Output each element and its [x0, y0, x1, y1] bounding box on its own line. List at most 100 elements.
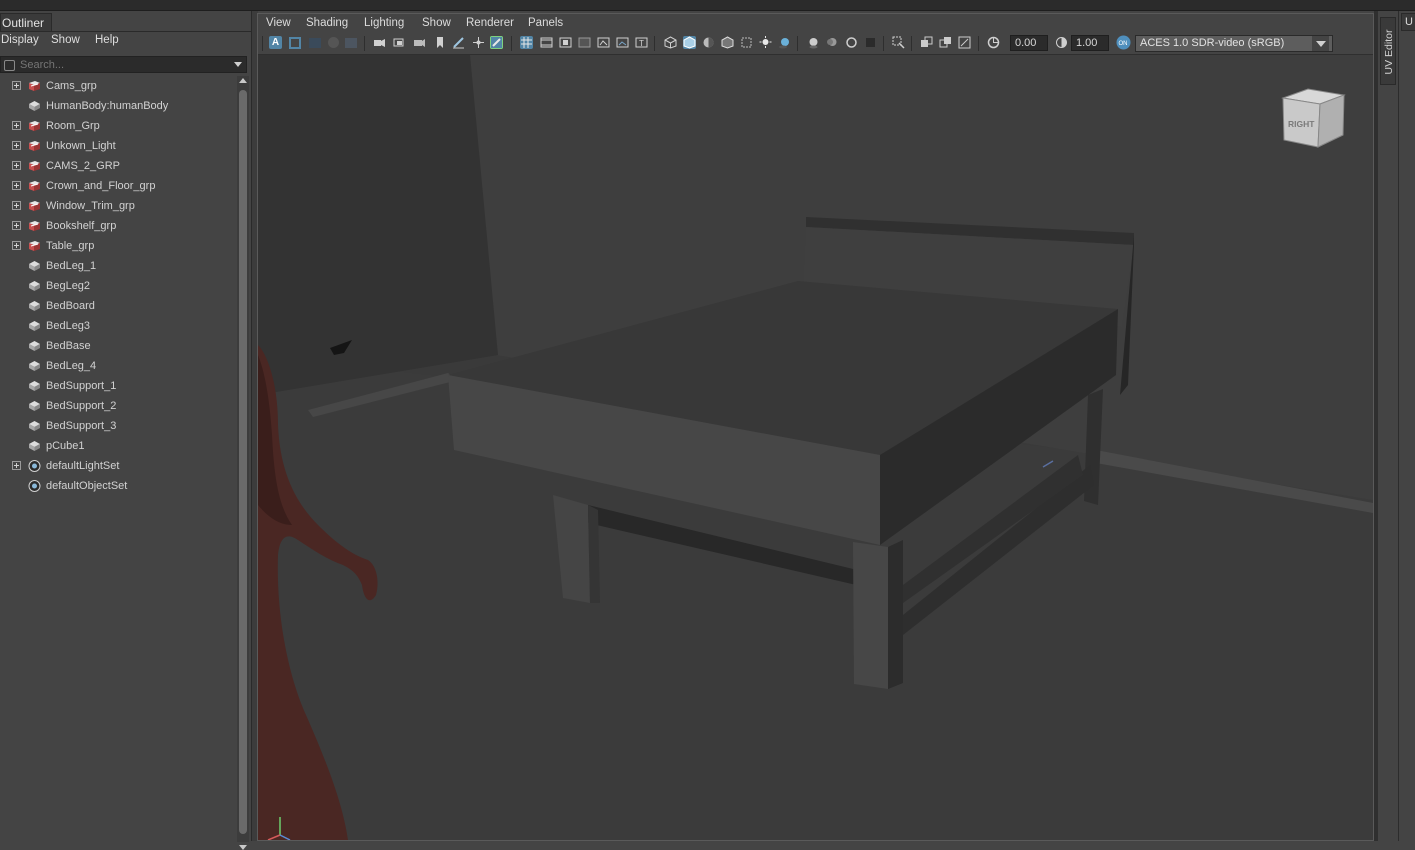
outliner-item[interactable]: BedBase — [0, 336, 236, 356]
grid-pencil-icon[interactable] — [452, 36, 465, 49]
outliner-tab[interactable]: Outliner — [0, 13, 52, 31]
search-input[interactable] — [20, 57, 220, 72]
3d-viewport[interactable]: RIGHT — [258, 55, 1373, 840]
color-management-toggle-icon[interactable]: ON — [1116, 35, 1131, 50]
outliner-item[interactable]: HumanBody:humanBody — [0, 96, 236, 116]
screen-space-ao-icon[interactable] — [807, 36, 820, 49]
xray-icon[interactable] — [740, 36, 753, 49]
depth-of-field-icon[interactable] — [864, 36, 877, 49]
gamma-icon[interactable] — [1055, 36, 1068, 49]
expand-icon[interactable] — [12, 181, 21, 190]
bookmark-flag-icon[interactable] — [433, 36, 446, 49]
outliner-item[interactable]: BedLeg_4 — [0, 356, 236, 376]
use-all-lights-icon[interactable] — [759, 36, 772, 49]
safe-action-icon[interactable] — [616, 36, 629, 49]
divider — [911, 36, 912, 51]
xray-joints-icon[interactable] — [920, 36, 933, 49]
outliner-item[interactable]: BedBoard — [0, 296, 236, 316]
menu-panels[interactable]: Panels — [528, 17, 563, 29]
gamma-field[interactable]: 1.00 — [1071, 35, 1109, 51]
exposure-icon[interactable] — [987, 36, 1000, 49]
outliner-item[interactable]: BedSupport_2 — [0, 396, 236, 416]
default-material-icon[interactable] — [702, 36, 715, 49]
chevron-down-icon[interactable] — [1312, 36, 1329, 51]
outliner-item[interactable]: Bookshelf_grp — [0, 216, 236, 236]
outliner-item[interactable]: Crown_and_Floor_grp — [0, 176, 236, 196]
group-icon — [28, 80, 41, 92]
move-manipulator-icon[interactable] — [472, 36, 485, 49]
menu-help[interactable]: Help — [95, 34, 119, 46]
scene-render[interactable] — [258, 55, 1373, 840]
outliner-item[interactable]: defaultLightSet — [0, 456, 236, 476]
exposure-field[interactable]: 0.00 — [1010, 35, 1048, 51]
outliner-item[interactable]: BedSupport_1 — [0, 376, 236, 396]
expand-icon[interactable] — [12, 81, 21, 90]
outliner-item-label: defaultObjectSet — [46, 480, 128, 492]
menu-show[interactable]: Show — [51, 34, 80, 46]
menu-show[interactable]: Show — [422, 17, 451, 29]
gate-mask-icon[interactable] — [578, 36, 591, 49]
grease-pencil-icon[interactable] — [413, 36, 426, 49]
outliner-item[interactable]: BedLeg3 — [0, 316, 236, 336]
menu-lighting[interactable]: Lighting — [364, 17, 404, 29]
wireframe-on-shaded-icon[interactable] — [721, 36, 734, 49]
camera-icon[interactable] — [373, 36, 386, 49]
scroll-down-icon[interactable] — [239, 845, 247, 850]
select-camera-icon[interactable]: A — [269, 36, 282, 49]
expand-icon[interactable] — [12, 161, 21, 170]
outliner-item[interactable]: pCube1 — [0, 436, 236, 456]
right-panel-tab[interactable]: U — [1401, 13, 1415, 31]
isolate-select-icon[interactable] — [892, 36, 905, 49]
outliner-item[interactable]: defaultObjectSet — [0, 476, 236, 496]
outliner-item[interactable]: Window_Trim_grp — [0, 196, 236, 216]
uv-editor-tab[interactable]: UV Editor — [1380, 17, 1396, 85]
2d-pan-zoom-icon[interactable] — [393, 36, 406, 49]
outliner-item[interactable]: BegLeg2 — [0, 276, 236, 296]
outliner-item[interactable]: Room_Grp — [0, 116, 236, 136]
xray-active-components-icon[interactable] — [939, 36, 952, 49]
outliner-item[interactable]: CAMS_2_GRP — [0, 156, 236, 176]
expand-icon[interactable] — [12, 241, 21, 250]
shadows-icon[interactable] — [778, 36, 791, 49]
outliner-item-label: BedBoard — [46, 300, 95, 312]
scroll-up-icon[interactable] — [239, 78, 247, 83]
scroll-thumb[interactable] — [239, 90, 247, 834]
view-cube[interactable]: RIGHT — [1278, 83, 1348, 153]
search-options-dropdown-icon[interactable] — [234, 62, 242, 67]
field-chart-icon[interactable] — [597, 36, 610, 49]
expand-icon[interactable] — [12, 201, 21, 210]
outliner-scrollbar[interactable] — [237, 76, 249, 850]
expand-icon[interactable] — [12, 141, 21, 150]
outliner-item[interactable]: BedSupport_3 — [0, 416, 236, 436]
safe-title-icon[interactable]: T — [635, 36, 648, 49]
anti-aliasing-icon[interactable] — [845, 36, 858, 49]
lock-camera-icon[interactable] — [289, 37, 301, 49]
outliner-item[interactable]: Table_grp — [0, 236, 236, 256]
frame-selection-icon[interactable] — [958, 36, 971, 49]
pencil-active-icon[interactable] — [490, 36, 503, 49]
expand-icon[interactable] — [12, 221, 21, 230]
motion-blur-icon[interactable] — [826, 36, 839, 49]
outliner-item[interactable]: Unkown_Light — [0, 136, 236, 156]
svg-text:ON: ON — [1119, 41, 1128, 47]
outliner-item[interactable]: Cams_grp — [0, 76, 236, 96]
menu-view[interactable]: View — [266, 17, 291, 29]
expand-icon[interactable] — [12, 461, 21, 470]
camera-attributes-icon[interactable] — [309, 38, 321, 48]
menu-renderer[interactable]: Renderer — [466, 17, 514, 29]
smooth-shade-icon[interactable] — [683, 36, 696, 49]
color-space-dropdown[interactable]: ACES 1.0 SDR-video (sRGB) — [1135, 35, 1333, 52]
outliner-item[interactable]: BedLeg_1 — [0, 256, 236, 276]
mesh-icon — [28, 380, 41, 392]
film-gate-icon[interactable] — [540, 36, 553, 49]
menu-shading[interactable]: Shading — [306, 17, 348, 29]
expand-icon[interactable] — [12, 121, 21, 130]
bookmark-icon[interactable] — [328, 37, 339, 48]
outliner-panel: Outliner Display Show Help Cams_grp Human… — [0, 11, 251, 850]
grid-icon[interactable] — [520, 36, 533, 49]
outliner-item-label: CAMS_2_GRP — [46, 160, 120, 172]
wireframe-icon[interactable] — [664, 36, 677, 49]
image-plane-icon[interactable] — [345, 38, 357, 48]
resolution-gate-icon[interactable] — [559, 36, 572, 49]
menu-display[interactable]: Display — [1, 34, 39, 46]
